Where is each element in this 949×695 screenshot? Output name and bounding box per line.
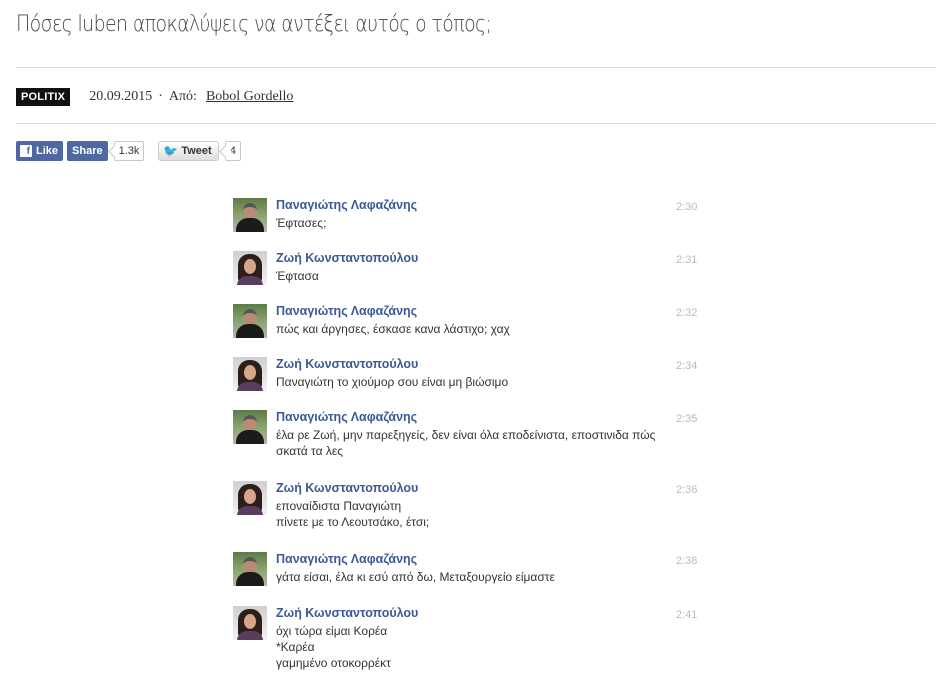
message-time: 2:35 <box>676 413 698 425</box>
message-time: 2:36 <box>676 484 698 496</box>
message-text: εποναίδιστα Παναγιώτη <box>276 499 402 513</box>
message-time: 2:41 <box>676 609 698 621</box>
avatar-konstantopoulou <box>233 357 267 391</box>
meta-separator: · <box>158 88 163 104</box>
avatar-konstantopoulou <box>233 481 267 515</box>
divider <box>16 123 936 124</box>
avatar-konstantopoulou <box>233 606 267 640</box>
avatar-lafazanis <box>233 198 267 232</box>
like-label: Like <box>36 145 59 157</box>
tweet-label: Tweet <box>181 145 212 157</box>
sender-name[interactable]: Παναγιώτης Λαφαζάνης <box>276 402 713 424</box>
article-meta: POLITIX 20.09.2015 · Από: Bobol Gordello <box>16 87 293 106</box>
category-badge[interactable]: POLITIX <box>16 87 71 106</box>
message-time: 2:31 <box>676 254 698 266</box>
chat-message: Ζωή Κωνσταντοπούλου εποναίδιστα Παναγιώτ… <box>233 473 713 544</box>
message-text: γαμημένο οτοκορρέκτ <box>276 656 391 670</box>
author-link[interactable]: Bobol Gordello <box>206 89 294 105</box>
message-text: πίνετε με το Λεουτσάκο, έτσι; <box>276 515 430 529</box>
message-text: πώς και άργησες, έσκασε κανα λάστιχο; χα… <box>276 322 510 336</box>
sender-name[interactable]: Ζωή Κωνσταντοπούλου <box>276 598 713 620</box>
message-time: 2:32 <box>676 307 698 319</box>
avatar-lafazanis <box>233 304 267 338</box>
avatar-lafazanis <box>233 410 267 444</box>
message-text: Έφτασα <box>276 269 319 283</box>
message-time: 2:38 <box>676 555 698 567</box>
facebook-chat-log: Παναγιώτης Λαφαζάνης Έφτασες; 2:30 Ζωή Κ… <box>233 190 713 671</box>
message-time: 2:34 <box>676 360 698 372</box>
divider <box>16 67 936 68</box>
chat-message: Παναγιώτης Λαφαζάνης Έφτασες; 2:30 <box>233 190 713 243</box>
chat-message: Ζωή Κωνσταντοπούλου Έφτασα 2:31 <box>233 243 713 296</box>
message-text: *Καρέα <box>276 640 315 654</box>
share-label: Share <box>72 145 103 157</box>
chat-message: Παναγιώτης Λαφαζάνης πώς και άργησες, έσ… <box>233 296 713 349</box>
facebook-icon: f <box>20 145 32 157</box>
sender-name[interactable]: Ζωή Κωνσταντοπούλου <box>276 473 713 495</box>
sender-name[interactable]: Παναγιώτης Λαφαζάνης <box>276 190 713 212</box>
chat-message: Ζωή Κωνσταντοπούλου Παναγιώτη το χιούμορ… <box>233 349 713 402</box>
article-title: Πόσες luben αποκαλύψεις να αντέξει αυτός… <box>16 12 492 37</box>
twitter-bird-icon: 🐦 <box>163 144 179 158</box>
facebook-share-button[interactable]: Share <box>67 141 108 161</box>
message-text: Έφτασες; <box>276 216 327 230</box>
message-text: Παναγιώτη το χιούμορ σου είναι μη βιώσιμ… <box>276 375 509 389</box>
publish-date: 20.09.2015 <box>89 88 153 104</box>
tweet-button[interactable]: 🐦 Tweet <box>158 141 219 161</box>
message-time: 2:30 <box>676 201 698 213</box>
tweet-count-bubble: 4 <box>224 141 241 161</box>
avatar-lafazanis <box>233 552 267 586</box>
chat-message: Παναγιώτης Λαφαζάνης γάτα είσαι, έλα κι … <box>233 544 713 598</box>
message-text: γάτα είσαι, έλα κι εσύ από δω, Μεταξουργ… <box>276 570 555 584</box>
sender-name[interactable]: Ζωή Κωνσταντοπούλου <box>276 243 713 265</box>
sender-name[interactable]: Παναγιώτης Λαφαζάνης <box>276 544 713 566</box>
message-text: έλα ρε Ζωή, μην παρεξηγείς, δεν είναι όλ… <box>276 428 656 458</box>
chat-message: Ζωή Κωνσταντοπούλου όχι τώρα είμαι Κορέα… <box>233 598 713 671</box>
sender-name[interactable]: Παναγιώτης Λαφαζάνης <box>276 296 713 318</box>
facebook-like-button[interactable]: f Like <box>16 141 64 161</box>
facebook-count-bubble: 1.3k <box>113 141 145 161</box>
author-prefix: Από: <box>168 88 197 104</box>
social-buttons: f Like Share 1.3k 🐦 Tweet 4 <box>16 141 241 161</box>
chat-message: Παναγιώτης Λαφαζάνης έλα ρε Ζωή, μην παρ… <box>233 402 713 473</box>
avatar-konstantopoulou <box>233 251 267 285</box>
sender-name[interactable]: Ζωή Κωνσταντοπούλου <box>276 349 713 371</box>
message-text: όχι τώρα είμαι Κορέα <box>276 624 388 638</box>
